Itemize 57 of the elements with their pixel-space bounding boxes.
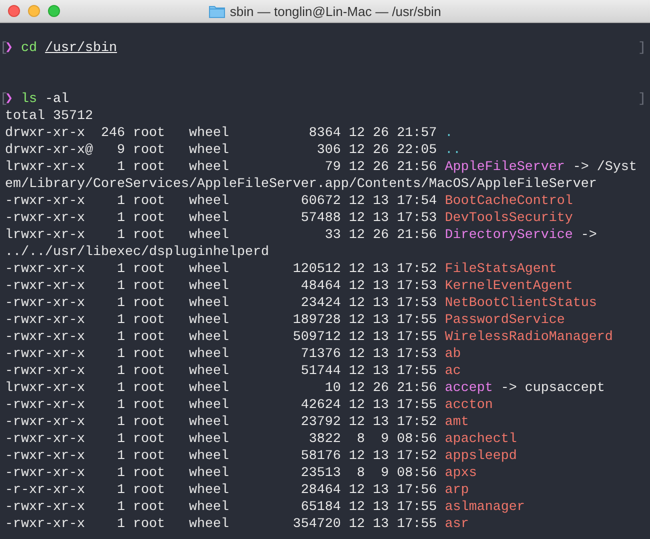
file-details: -rwxr-xr-x 1 root wheel 509712 12 13 17:55 [5,330,438,345]
file-details: -rwxr-xr-x 1 root wheel 51744 12 13 17:55 [5,364,438,379]
file-name: apxs [444,466,477,481]
prompt-mark: [ [0,40,5,57]
prompt-mark: ] [638,40,646,57]
file-name: NetBootClientStatus [444,296,597,311]
file-details: -rwxr-xr-x 1 root wheel 57488 12 13 17:53 [5,211,438,226]
file-name: apachectl [444,432,517,447]
file-details: -rwxr-xr-x 1 root wheel 71376 12 13 17:53 [5,347,438,362]
file-name: amt [444,415,469,430]
file-details: -rwxr-xr-x 1 root wheel 65184 12 13 17:55 [5,500,438,515]
command: ls [21,91,38,108]
file-details: -rwxr-xr-x 1 root wheel 23513 8 9 08:56 [5,466,438,481]
file-name: WirelessRadioManagerd [444,330,613,345]
command-argument: /usr/sbin [45,40,118,57]
file-name: appsleepd [444,449,517,464]
file-details: -rwxr-xr-x 1 root wheel 60672 12 13 17:54 [5,194,438,209]
prompt-symbol: ❯ [5,91,14,108]
zoom-button[interactable] [48,5,60,17]
file-name: .. [444,143,461,158]
file-name: accton [444,398,493,413]
command-argument: -al [45,91,70,108]
file-name: BootCacheControl [444,194,573,209]
file-details: -rwxr-xr-x 1 root wheel 23424 12 13 17:53 [5,296,438,311]
total-line: total 35712 [5,108,93,125]
file-name: ac [444,364,461,379]
file-details: -rwxr-xr-x 1 root wheel 42624 12 13 17:55 [5,398,438,413]
file-details: drwxr-xr-x 246 root wheel 8364 12 26 21:57 [5,126,438,141]
file-details: -rwxr-xr-x 1 root wheel 120512 12 13 17:52 [5,262,438,277]
window-title: sbin — tonglin@Lin-Mac — /usr/sbin [230,4,442,18]
file-details: -rwxr-xr-x 1 root wheel 189728 12 13 17:55 [5,313,438,328]
file-name: asr [444,517,469,532]
command: cd [21,40,38,57]
file-details: -rwxr-xr-x 1 root wheel 58176 12 13 17:52 [5,449,438,464]
file-details: -rwxr-xr-x 1 root wheel 3822 8 9 08:56 [5,432,438,447]
close-button[interactable] [8,5,20,17]
file-name: arp [444,483,469,498]
file-name: . [444,126,453,141]
prompt-mark: [ [0,91,5,108]
symlink-entry: lrwxr-xr-x 1 root wheel 79 12 26 21:56 AppleFileServer -> /System/Library/CoreServices/AppleFileServer.app/Contents/MacOS/AppleFileServer [5,159,638,193]
file-details: -r-xr-xr-x 1 root wheel 28464 12 13 17:56 [5,483,438,498]
prompt-mark: ] [638,91,646,108]
file-name: FileStatsAgent [444,262,557,277]
file-details: -rwxr-xr-x 1 root wheel 48464 12 13 17:53 [5,279,438,294]
file-name: KernelEventAgent [444,279,573,294]
folder-icon [208,4,225,18]
file-name: DevToolsSecurity [444,211,573,226]
symlink-entry: lrwxr-xr-x 1 root wheel 33 12 26 21:56 DirectoryService -> ../../usr/libexec/dspluginhelperd [5,227,598,261]
minimize-button[interactable] [28,5,40,17]
prompt-symbol: ❯ [5,40,14,57]
file-name: ab [444,347,461,362]
file-name: PasswordService [444,313,565,328]
file-details: drwxr-xr-x@ 9 root wheel 306 12 26 22:05 [5,143,438,158]
file-name: aslmanager [444,500,525,515]
symlink-entry: lrwxr-xr-x 1 root wheel 10 12 26 21:56 accept -> cupsaccept [5,380,606,397]
file-details: -rwxr-xr-x 1 root wheel 354720 12 13 17:55 [5,517,438,532]
file-details: -rwxr-xr-x 1 root wheel 23792 12 13 17:52 [5,415,438,430]
